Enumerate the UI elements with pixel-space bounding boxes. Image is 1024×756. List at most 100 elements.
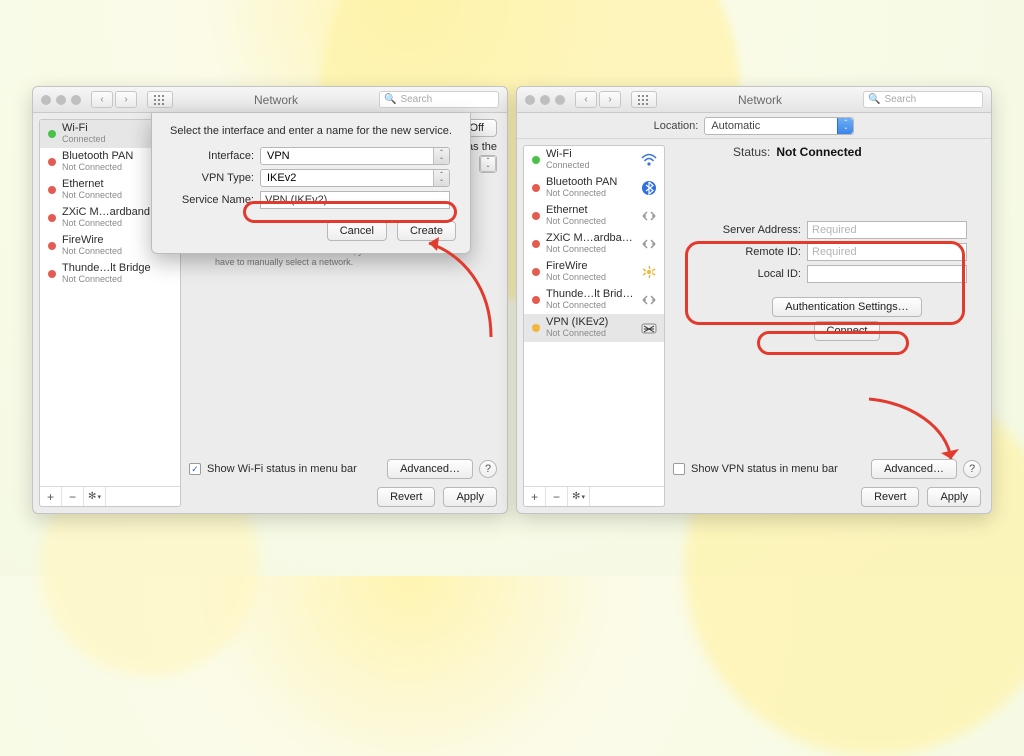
titlebar: ‹ › Network 🔍 Search <box>33 87 507 113</box>
sidebar-item-thunde-lt-bridge[interactable]: Thunde…lt BridgeNot Connected <box>40 260 180 288</box>
status-dot-icon <box>48 270 56 278</box>
service-name-input[interactable] <box>260 191 450 209</box>
interface-select[interactable]: VPN⌃⌄ <box>260 147 450 165</box>
service-name: FireWire <box>546 261 634 272</box>
location-label: Location: <box>654 120 699 132</box>
status-dot-icon <box>48 158 56 166</box>
advanced-button[interactable]: Advanced… <box>871 459 957 479</box>
status-label: Status: <box>733 145 770 159</box>
sheet-cancel-button[interactable]: Cancel <box>327 221 387 241</box>
status-dot-icon <box>48 242 56 250</box>
service-name: ZXiC M…ardband <box>546 233 634 244</box>
back-button[interactable]: ‹ <box>575 91 597 108</box>
eth-icon <box>640 236 658 252</box>
add-service-button[interactable]: + <box>40 487 62 506</box>
revert-button[interactable]: Revert <box>861 487 919 507</box>
sidebar-item-firewire[interactable]: FireWireNot Connected <box>524 258 664 286</box>
bt-icon <box>640 180 658 196</box>
connect-button[interactable]: Connect <box>814 321 881 341</box>
grid-button[interactable] <box>147 91 173 108</box>
cb-menubar-vpn[interactable] <box>673 463 685 475</box>
eth-icon <box>640 292 658 308</box>
remove-service-button[interactable]: − <box>62 487 84 506</box>
service-name: VPN (IKEv2) <box>546 317 634 328</box>
server-address-label: Server Address: <box>701 224 801 236</box>
service-name: Ethernet <box>546 205 634 216</box>
apply-button[interactable]: Apply <box>443 487 497 507</box>
service-name: Bluetooth PAN <box>546 177 634 188</box>
status-dot-icon <box>48 214 56 222</box>
status-dot-icon <box>532 324 540 332</box>
vpn-type-select[interactable]: IKEv2⌃⌄ <box>260 169 450 187</box>
server-address-input[interactable] <box>807 221 967 239</box>
status-dot-icon <box>532 268 540 276</box>
service-name: Thunde…lt Bridge <box>62 263 174 274</box>
new-service-sheet: Select the interface and enter a name fo… <box>151 113 471 254</box>
search-icon: 🔍 <box>384 94 396 105</box>
status-dot-icon <box>532 296 540 304</box>
remove-service-button[interactable]: − <box>546 487 568 506</box>
service-status: Not Connected <box>546 328 634 339</box>
eth-icon <box>640 208 658 224</box>
apply-button[interactable]: Apply <box>927 487 981 507</box>
forward-button[interactable]: › <box>115 91 137 108</box>
window-title: Network <box>179 93 373 107</box>
status-dot-icon <box>48 130 56 138</box>
window-title: Network <box>663 93 857 107</box>
search-field[interactable]: 🔍 Search <box>863 91 983 108</box>
network-stepper[interactable]: ⌃⌄ <box>480 156 496 172</box>
sheet-header: Select the interface and enter a name fo… <box>166 125 456 137</box>
network-window-right: ‹ › Network 🔍 Search Location: Automatic… <box>516 86 992 514</box>
remote-id-input[interactable] <box>807 243 967 261</box>
service-status: Not Connected <box>546 188 634 199</box>
search-placeholder: Search <box>400 94 432 105</box>
service-status: Not Connected <box>62 274 174 285</box>
sidebar-item-wi-fi[interactable]: Wi-FiConnected <box>524 146 664 174</box>
location-select[interactable]: Automatic⌃⌄ <box>704 117 854 135</box>
grid-button[interactable] <box>631 91 657 108</box>
search-icon: 🔍 <box>868 94 880 105</box>
status-dot-icon <box>532 156 540 164</box>
service-status: Not Connected <box>546 300 634 311</box>
cb-menubar-wifi[interactable]: ✓ <box>189 463 201 475</box>
status-dot-icon <box>532 184 540 192</box>
traffic-lights[interactable] <box>41 95 81 105</box>
sidebar-item-vpn-ikev2-[interactable]: VPN (IKEv2)Not Connected <box>524 314 664 342</box>
status-dot-icon <box>48 186 56 194</box>
search-field[interactable]: 🔍 Search <box>379 91 499 108</box>
service-status: Not Connected <box>546 216 634 227</box>
sidebar-item-thunde-lt-bridge[interactable]: Thunde…lt BridgeNot Connected <box>524 286 664 314</box>
network-window-left: ‹ › Network 🔍 Search Wi-FiConnectedBluet… <box>32 86 508 514</box>
traffic-lights[interactable] <box>525 95 565 105</box>
back-button[interactable]: ‹ <box>91 91 113 108</box>
add-service-button[interactable]: + <box>524 487 546 506</box>
help-button[interactable]: ? <box>479 460 497 478</box>
status-dot-icon <box>532 240 540 248</box>
sheet-create-button[interactable]: Create <box>397 221 456 241</box>
fw-icon <box>640 264 658 280</box>
vpn-type-label: VPN Type: <box>166 172 254 184</box>
service-name: Wi-Fi <box>546 149 634 160</box>
service-name-label: Service Name: <box>166 194 254 206</box>
status-dot-icon <box>532 212 540 220</box>
sidebar-item-zxic-m-ardband[interactable]: ZXiC M…ardbandNot Connected <box>524 230 664 258</box>
local-id-input[interactable] <box>807 265 967 283</box>
auth-settings-button[interactable]: Authentication Settings… <box>772 297 922 317</box>
status-value: Not Connected <box>776 145 861 159</box>
service-status: Connected <box>546 160 634 171</box>
local-id-label: Local ID: <box>701 268 801 280</box>
wifi-icon <box>640 152 658 168</box>
revert-button[interactable]: Revert <box>377 487 435 507</box>
service-sidebar: Wi-FiConnectedBluetooth PANNot Connected… <box>523 145 665 507</box>
service-name: Thunde…lt Bridge <box>546 289 634 300</box>
remote-id-label: Remote ID: <box>701 246 801 258</box>
sidebar-item-bluetooth-pan[interactable]: Bluetooth PANNot Connected <box>524 174 664 202</box>
service-actions-button[interactable]: ✻▾ <box>568 487 590 506</box>
sidebar-item-ethernet[interactable]: EthernetNot Connected <box>524 202 664 230</box>
service-status: Not Connected <box>546 272 634 283</box>
forward-button[interactable]: › <box>599 91 621 108</box>
help-button[interactable]: ? <box>963 460 981 478</box>
service-actions-button[interactable]: ✻▾ <box>84 487 106 506</box>
interface-label: Interface: <box>166 150 254 162</box>
advanced-button[interactable]: Advanced… <box>387 459 473 479</box>
